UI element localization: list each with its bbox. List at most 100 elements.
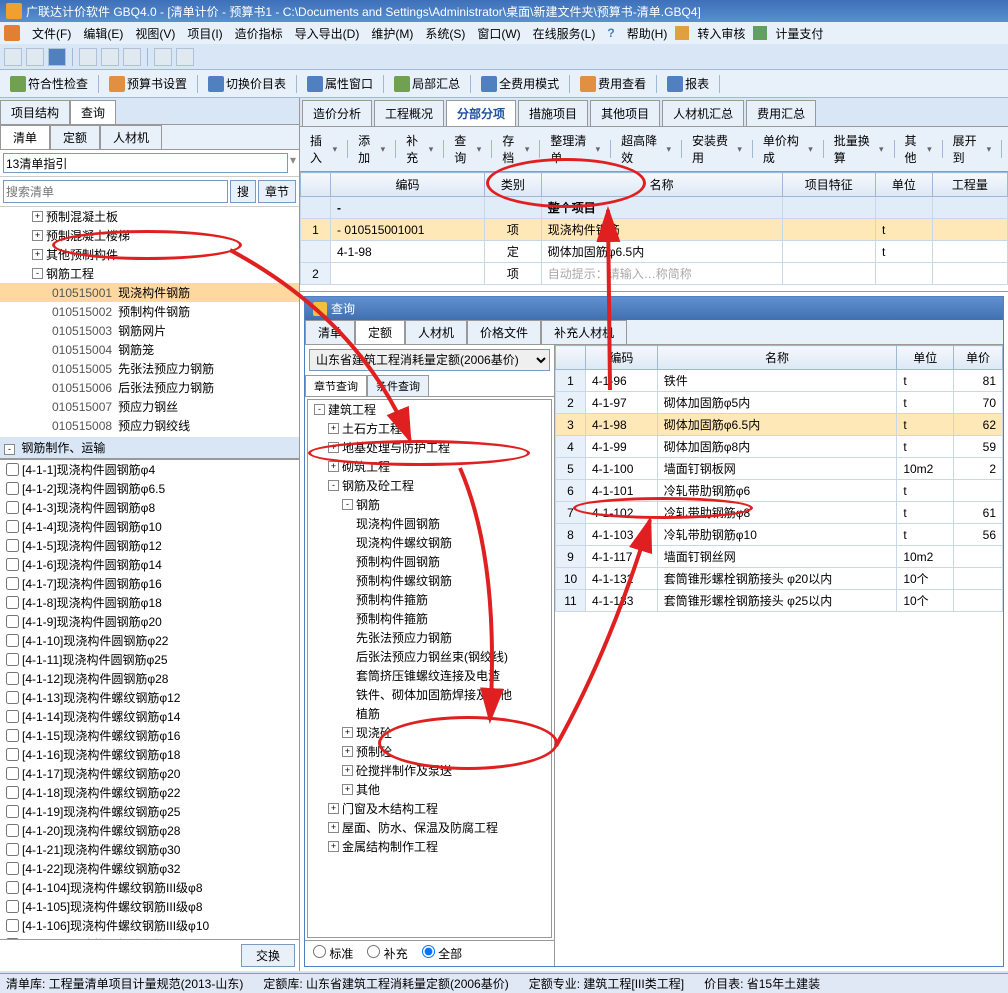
item-checkbox[interactable] xyxy=(6,463,19,476)
tree-toggle-icon[interactable]: + xyxy=(328,423,339,434)
chapter-node[interactable]: +屋面、防水、保温及防腐工程 xyxy=(308,818,551,837)
action-单价构成[interactable]: 单价构成 xyxy=(757,130,819,168)
redo-icon[interactable] xyxy=(176,48,194,66)
chapter-node[interactable]: -钢筋 xyxy=(308,495,551,514)
quota-library-select[interactable]: 山东省建筑工程消耗量定额(2006基价) xyxy=(309,349,550,371)
tree-node[interactable]: -钢筋工程 xyxy=(0,264,299,283)
menu-help[interactable]: 帮助(H) xyxy=(623,23,672,44)
list-item[interactable]: [4-1-5]现浇构件圆钢筋φ12 xyxy=(0,536,299,555)
item-checkbox[interactable] xyxy=(6,748,19,761)
table-row[interactable]: 34-1-98砌体加固筋φ6.5内t62 xyxy=(556,414,1003,436)
chapter-node[interactable]: -钢筋及砼工程 xyxy=(308,476,551,495)
tree-toggle-icon[interactable]: + xyxy=(328,803,339,814)
section-tab[interactable]: 其他项目 xyxy=(590,100,660,126)
tree-toggle-icon[interactable]: + xyxy=(342,746,353,757)
item-checkbox[interactable] xyxy=(6,805,19,818)
tree-node[interactable]: 010515001现浇构件钢筋 xyxy=(0,283,299,302)
tree-toggle-icon[interactable]: + xyxy=(328,841,339,852)
list-item[interactable]: [4-1-11]现浇构件圆钢筋φ25 xyxy=(0,650,299,669)
tree-toggle-icon[interactable]: + xyxy=(32,211,43,222)
list-item[interactable]: [4-1-106]现浇构件螺纹钢筋III级φ10 xyxy=(0,916,299,935)
action-查询[interactable]: 查询 xyxy=(448,130,487,168)
chapter-node[interactable]: 预制构件箍筋 xyxy=(308,590,551,609)
condition-query-tab[interactable]: 条件查询 xyxy=(367,375,429,396)
tree-node[interactable]: 010515006后张法预应力钢筋 xyxy=(0,378,299,397)
menu-project[interactable]: 项目(I) xyxy=(183,23,226,44)
item-checkbox[interactable] xyxy=(6,900,19,913)
tab-query[interactable]: 查询 xyxy=(70,100,116,124)
tree-toggle-icon[interactable]: + xyxy=(342,727,353,738)
subtab-list[interactable]: 清单 xyxy=(0,125,50,149)
item-checkbox[interactable] xyxy=(6,520,19,533)
tb-报表[interactable]: 报表 xyxy=(661,73,715,94)
list-item[interactable]: [4-1-3]现浇构件圆钢筋φ8 xyxy=(0,498,299,517)
subtab-material[interactable]: 人材机 xyxy=(100,125,162,149)
item-checkbox[interactable] xyxy=(6,634,19,647)
table-row[interactable]: -整个项目 xyxy=(301,197,1008,219)
menu-view[interactable]: 视图(V) xyxy=(131,23,179,44)
table-row[interactable]: 24-1-97砌体加固筋φ5内t70 xyxy=(556,392,1003,414)
action-添加[interactable]: 添加 xyxy=(352,130,391,168)
table-row[interactable]: 14-1-96铁件t81 xyxy=(556,370,1003,392)
list-item[interactable]: [4-1-2]现浇构件圆钢筋φ6.5 xyxy=(0,479,299,498)
tree-toggle-icon[interactable]: + xyxy=(32,249,43,260)
undo-icon[interactable] xyxy=(154,48,172,66)
action-超高降效[interactable]: 超高降效 xyxy=(615,130,677,168)
table-row[interactable]: 4-1-98定砌体加固筋φ6.5内t xyxy=(301,241,1008,263)
radio-supplement[interactable]: 补充 xyxy=(367,945,407,962)
open-icon[interactable] xyxy=(26,48,44,66)
tree-toggle-icon[interactable]: - xyxy=(32,268,43,279)
cut-icon[interactable] xyxy=(79,48,97,66)
new-icon[interactable] xyxy=(4,48,22,66)
list-item[interactable]: [4-1-17]现浇构件螺纹钢筋φ20 xyxy=(0,764,299,783)
tree-node[interactable]: 010515002预制构件钢筋 xyxy=(0,302,299,321)
menu-window[interactable]: 窗口(W) xyxy=(473,23,524,44)
tree-toggle-icon[interactable]: - xyxy=(328,480,339,491)
tree-toggle-icon[interactable]: + xyxy=(342,765,353,776)
menu-online[interactable]: 在线服务(L) xyxy=(529,23,600,44)
menu-system[interactable]: 系统(S) xyxy=(421,23,469,44)
action-补充[interactable]: 补充 xyxy=(400,130,439,168)
search-button[interactable]: 搜 xyxy=(230,180,256,203)
chapter-node[interactable]: 套筒挤压锥螺纹连接及电渣 xyxy=(308,666,551,685)
section-tab[interactable]: 费用汇总 xyxy=(746,100,816,126)
tb-预算书设置[interactable]: 预算书设置 xyxy=(103,73,193,94)
action-其他[interactable]: 其他 xyxy=(899,130,938,168)
item-checkbox[interactable] xyxy=(6,824,19,837)
item-checkbox[interactable] xyxy=(6,786,19,799)
copy-icon[interactable] xyxy=(101,48,119,66)
list-item[interactable]: [4-1-14]现浇构件螺纹钢筋φ14 xyxy=(0,707,299,726)
chapter-node[interactable]: +门窗及木结构工程 xyxy=(308,799,551,818)
paste-icon[interactable] xyxy=(123,48,141,66)
query-result-grid[interactable]: 编码名称单位单价14-1-96铁件t8124-1-97砌体加固筋φ5内t7034… xyxy=(555,345,1003,612)
quota-list[interactable]: [4-1-1]现浇构件圆钢筋φ4[4-1-2]现浇构件圆钢筋φ6.5[4-1-3… xyxy=(0,459,299,939)
list-item[interactable]: [4-1-18]现浇构件螺纹钢筋φ22 xyxy=(0,783,299,802)
menu-edit[interactable]: 编辑(E) xyxy=(79,23,127,44)
item-checkbox[interactable] xyxy=(6,710,19,723)
menu-maintain[interactable]: 维护(M) xyxy=(367,23,417,44)
tree-toggle-icon[interactable]: - xyxy=(342,499,353,510)
action-安装费用[interactable]: 安装费用 xyxy=(686,130,748,168)
table-row[interactable]: 44-1-99砌体加固筋φ8内t59 xyxy=(556,436,1003,458)
list-item[interactable]: [4-1-16]现浇构件螺纹钢筋φ18 xyxy=(0,745,299,764)
table-row[interactable]: 94-1-117墙面钉钢丝网10m2 xyxy=(556,546,1003,568)
chapter-node[interactable]: 预制构件螺纹钢筋 xyxy=(308,571,551,590)
list-item[interactable]: [4-1-1]现浇构件圆钢筋φ4 xyxy=(0,460,299,479)
item-checkbox[interactable] xyxy=(6,482,19,495)
item-checkbox[interactable] xyxy=(6,539,19,552)
chapter-node[interactable]: 铁件、砌体加固筋焊接及其他 xyxy=(308,685,551,704)
section-tab[interactable]: 人材机汇总 xyxy=(662,100,744,126)
collapse-icon[interactable]: - xyxy=(4,444,15,455)
search-input[interactable] xyxy=(3,180,228,203)
query-tab[interactable]: 价格文件 xyxy=(467,320,541,344)
section-tab[interactable]: 分部分项 xyxy=(446,100,516,126)
list-item[interactable]: [4-1-7]现浇构件圆钢筋φ16 xyxy=(0,574,299,593)
item-checkbox[interactable] xyxy=(6,843,19,856)
menu-pay[interactable]: 计量支付 xyxy=(771,23,827,44)
tree-toggle-icon[interactable]: + xyxy=(32,230,43,241)
query-tab[interactable]: 人材机 xyxy=(405,320,467,344)
tb-属性窗口[interactable]: 属性窗口 xyxy=(301,73,379,94)
item-checkbox[interactable] xyxy=(6,729,19,742)
chapter-node[interactable]: 后张法预应力钢丝束(钢绞线) xyxy=(308,647,551,666)
item-checkbox[interactable] xyxy=(6,691,19,704)
